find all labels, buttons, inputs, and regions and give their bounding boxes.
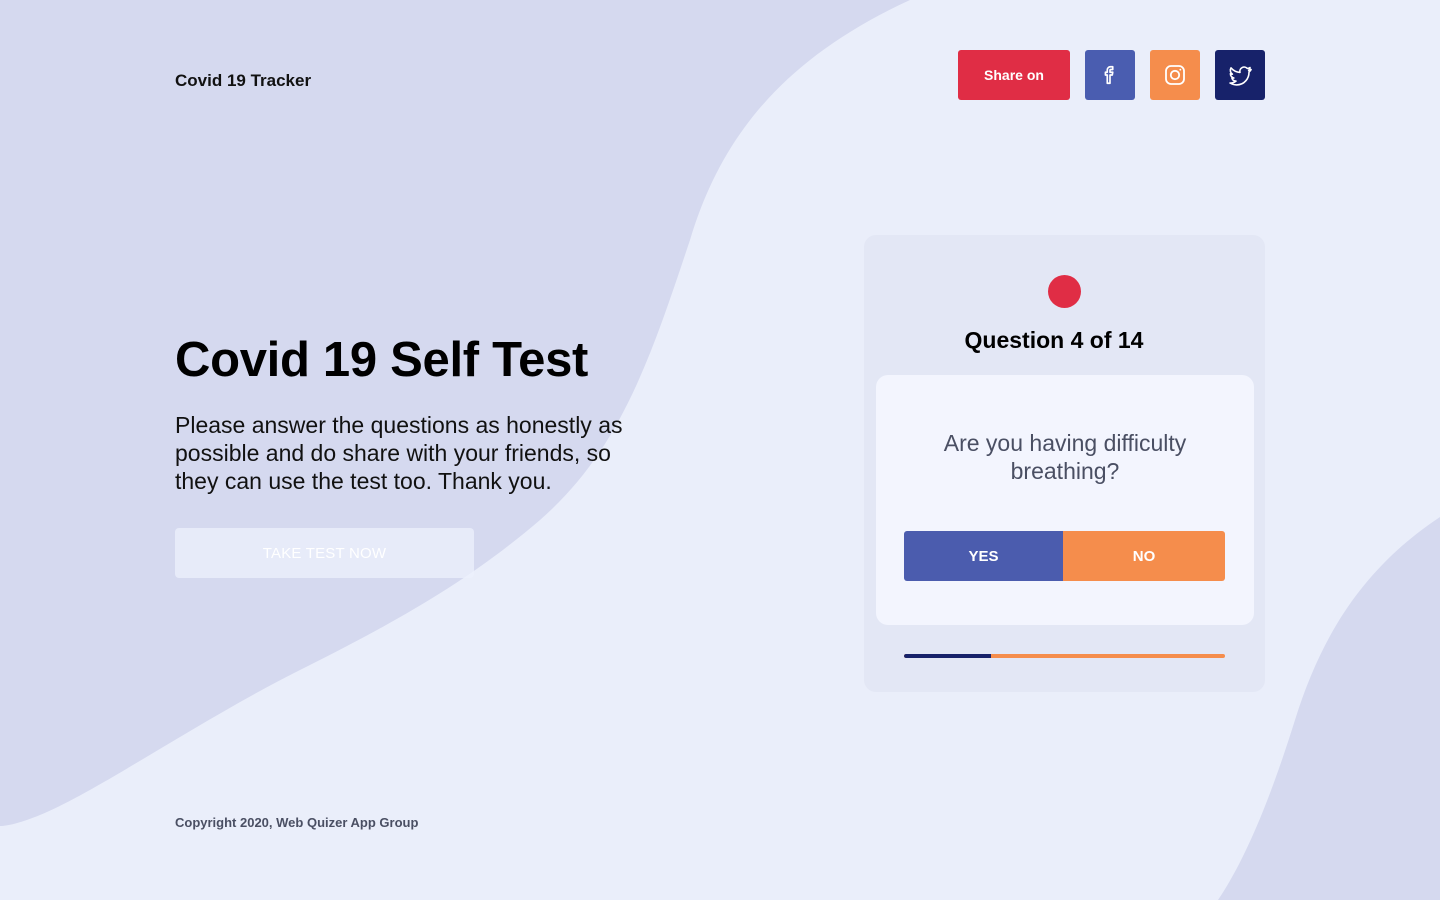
- question-text: Are you having difficulty breathing?: [943, 430, 1187, 484]
- twitter-icon: [1229, 66, 1252, 86]
- footer-copyright: Copyright 2020, Web Quizer App Group: [175, 815, 419, 830]
- status-dot: [1048, 275, 1081, 308]
- instagram-share-button[interactable]: [1150, 50, 1200, 100]
- share-button[interactable]: Share on: [958, 50, 1070, 100]
- quiz-card: Question 4 of 14 Are you having difficul…: [864, 235, 1265, 692]
- facebook-icon: [1104, 65, 1114, 85]
- question-panel: Are you having difficulty breathing? YES…: [876, 375, 1254, 625]
- no-button[interactable]: NO: [1063, 531, 1225, 581]
- question-counter: Question 4 of 14: [964, 327, 1144, 353]
- yes-button[interactable]: YES: [904, 531, 1063, 581]
- intro-description: Please answer the questions as honestly …: [175, 412, 623, 494]
- quiz-progress-fill: [904, 654, 991, 658]
- take-test-button[interactable]: TAKE TEST NOW: [175, 528, 474, 578]
- instagram-icon: [1165, 65, 1185, 85]
- page-title: Covid 19 Self Test: [175, 333, 589, 387]
- brand-title: Covid 19 Tracker: [175, 71, 312, 90]
- facebook-share-button[interactable]: [1085, 50, 1135, 100]
- quiz-progress-bar: [904, 654, 1225, 658]
- twitter-share-button[interactable]: [1215, 50, 1265, 100]
